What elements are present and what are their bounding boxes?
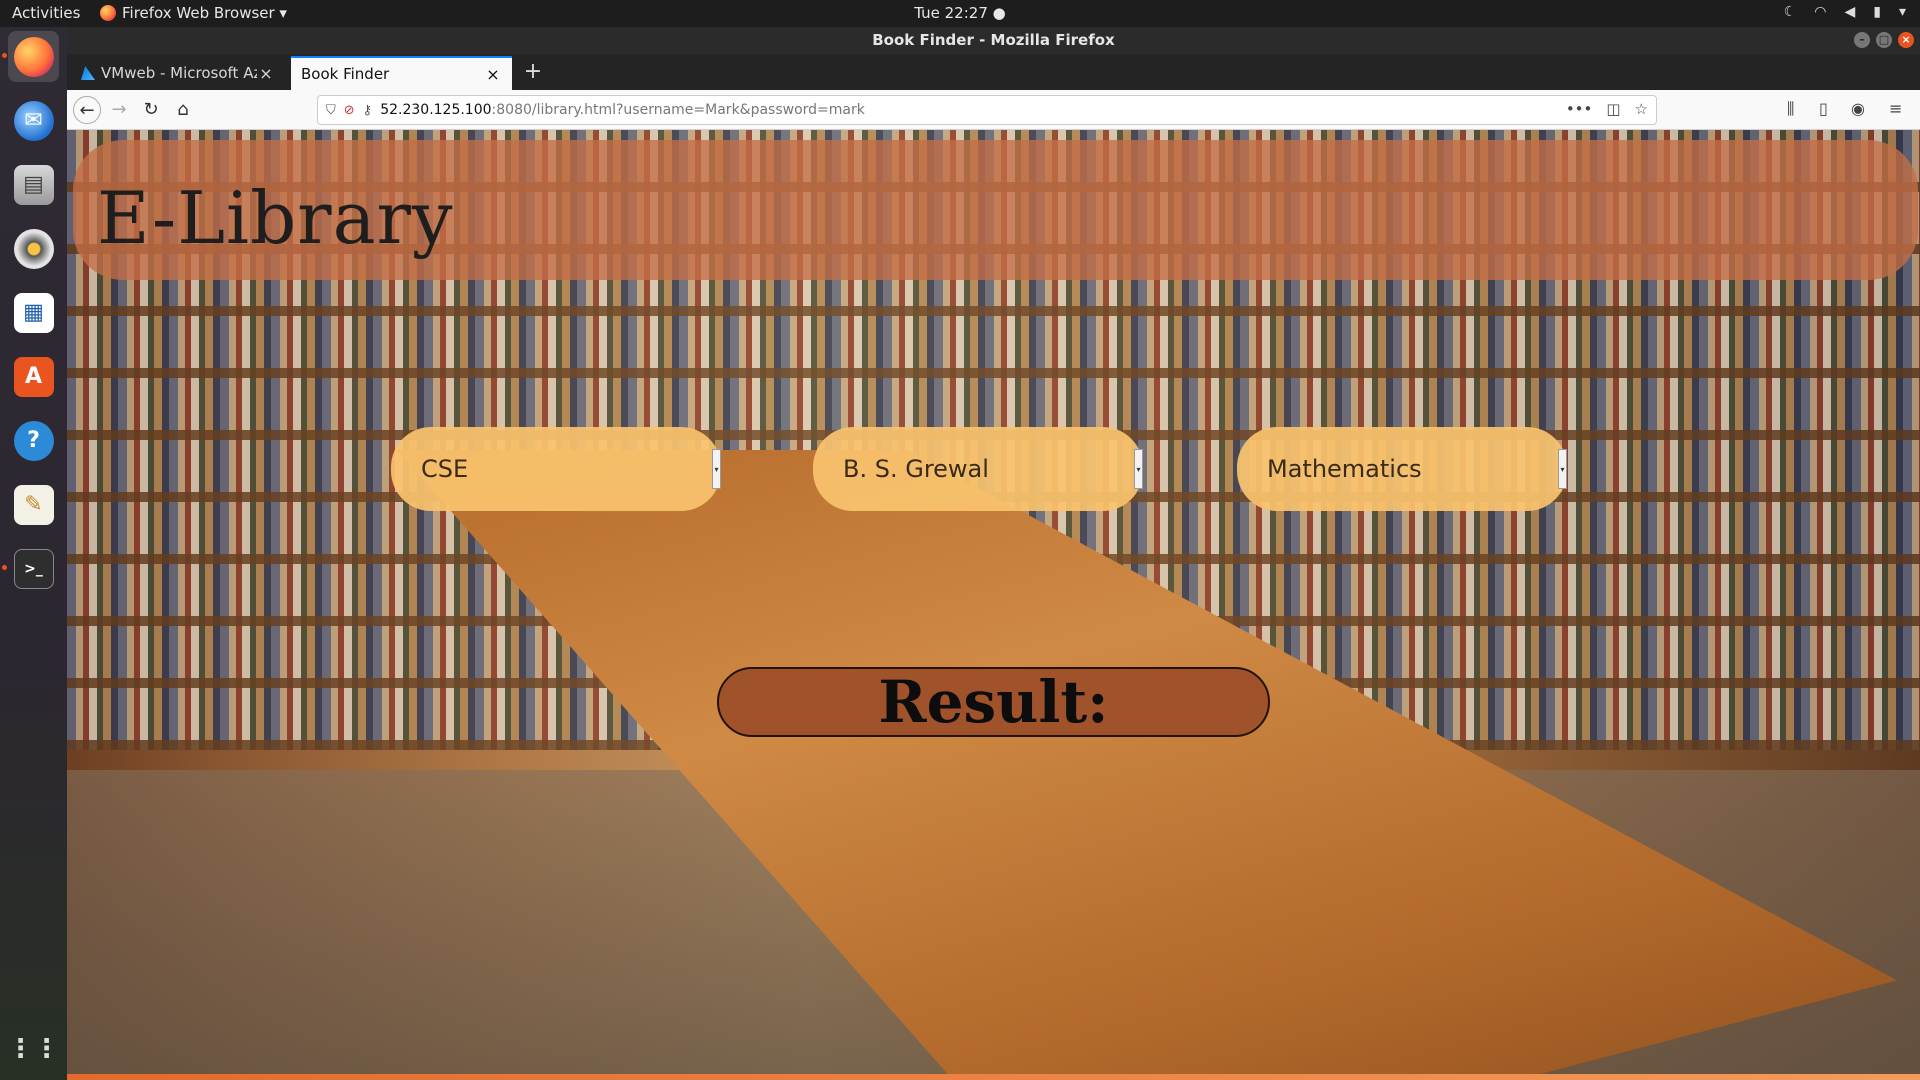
navigation-bar: ← → ↻ ⌂ ⛉ ⊘ ⚷ 52.230.125.100:8080/librar… (67, 90, 1920, 130)
firefox-icon (13, 36, 54, 77)
writer-icon: ▦ (13, 292, 54, 333)
author-select-value: B. S. Grewal (843, 455, 989, 483)
tab-label: Book Finder (301, 65, 390, 83)
shield-icon[interactable]: ⛉ (326, 103, 336, 118)
app-grid-icon: ⋮⋮ (7, 1033, 60, 1064)
menu-icon[interactable]: ≡ (1889, 99, 1902, 118)
close-window-icon[interactable]: × (1898, 32, 1914, 48)
rhythmbox-icon (13, 228, 54, 269)
volume-icon: ◀ (1844, 4, 1856, 20)
url-host: 52.230.125.100 (380, 102, 492, 118)
author-select[interactable]: B. S. Grewal ▾ (813, 427, 1143, 511)
maximize-icon[interactable]: □ (1876, 32, 1892, 48)
page-bottom-accent (67, 1074, 1920, 1080)
pocket-icon[interactable]: ◫ (1606, 100, 1620, 118)
library-icon[interactable]: ⫼ (1787, 99, 1794, 119)
reload-button[interactable]: ↻ (137, 96, 165, 124)
app-menu[interactable]: Firefox Web Browser ▾ (100, 4, 287, 22)
tab-label: VMweb - Microsoft Azure (101, 64, 257, 82)
bookmark-star-icon[interactable]: ☆ (1635, 100, 1648, 118)
app-menu-label: Firefox Web Browser ▾ (122, 4, 287, 22)
tab-bar: VMweb - Microsoft Azure × Book Finder × … (67, 54, 1920, 90)
text-editor-icon: ✎ (13, 484, 54, 525)
clock[interactable]: Tue 22:27 ● (914, 4, 1005, 22)
subject-select-value: Mathematics (1267, 455, 1422, 483)
forward-button[interactable]: → (105, 96, 133, 124)
wifi-icon: ◠ (1814, 4, 1827, 20)
battery-icon: ▮ (1873, 4, 1881, 20)
web-page: E-Library CSE ▾ B. S. Grewal ▾ Mathemati… (67, 130, 1920, 1080)
result-box: Result: (717, 667, 1270, 737)
account-icon[interactable]: ◉ (1851, 99, 1865, 118)
dock-text-editor[interactable]: ✎ (8, 479, 59, 530)
azure-icon (81, 66, 95, 80)
thunderbird-icon: ✉ (13, 100, 54, 141)
insecure-lock-icon[interactable]: ⊘ (344, 103, 355, 118)
home-button[interactable]: ⌂ (169, 96, 197, 124)
sidebar-icon[interactable]: ▯ (1819, 99, 1828, 118)
url-bar[interactable]: ⛉ ⊘ ⚷ 52.230.125.100:8080/library.html?u… (317, 95, 1657, 125)
dock-thunderbird[interactable]: ✉ (8, 95, 59, 146)
tab-close-icon[interactable]: × (257, 64, 275, 83)
system-tray[interactable]: ☾ ◠ ◀ ▮ ▾ (1784, 4, 1906, 20)
dock: ✉ ▤ ▦ A ? ✎ >_ ⋮⋮ (0, 27, 67, 1080)
dock-help[interactable]: ? (8, 415, 59, 466)
dropdown-arrow-icon[interactable]: ▾ (1134, 449, 1143, 489)
dock-software[interactable]: A (8, 351, 59, 402)
window-titlebar: Book Finder - Mozilla Firefox – □ × (67, 27, 1920, 54)
subject-select[interactable]: Mathematics ▾ (1237, 427, 1567, 511)
dock-files[interactable]: ▤ (8, 159, 59, 210)
branch-select[interactable]: CSE ▾ (391, 427, 721, 511)
firefox-icon (100, 5, 116, 21)
page-actions-icon[interactable]: ••• (1566, 100, 1593, 118)
power-menu-icon: ▾ (1898, 4, 1906, 20)
files-icon: ▤ (13, 164, 54, 205)
system-top-bar: Activities Firefox Web Browser ▾ Tue 22:… (0, 0, 1920, 27)
dock-terminal[interactable]: >_ (8, 543, 59, 594)
page-title: E-Library (97, 176, 454, 260)
dropdown-arrow-icon[interactable]: ▾ (712, 449, 721, 489)
activities-button[interactable]: Activities (12, 4, 80, 22)
window-title: Book Finder - Mozilla Firefox (872, 31, 1115, 49)
branch-select-value: CSE (421, 455, 469, 483)
dock-firefox[interactable] (8, 31, 59, 82)
show-applications-button[interactable]: ⋮⋮ (7, 1023, 60, 1074)
key-icon[interactable]: ⚷ (363, 103, 373, 118)
tab-vmweb[interactable]: VMweb - Microsoft Azure × (71, 56, 285, 90)
night-light-icon: ☾ (1783, 4, 1797, 20)
url-path: :8080/library.html?username=Mark&passwor… (491, 102, 865, 118)
dropdown-arrow-icon[interactable]: ▾ (1558, 449, 1567, 489)
site-header: E-Library (73, 140, 1918, 280)
back-button[interactable]: ← (73, 96, 101, 124)
dock-writer[interactable]: ▦ (8, 287, 59, 338)
terminal-icon: >_ (13, 548, 54, 589)
tab-book-finder[interactable]: Book Finder × (291, 56, 512, 90)
software-icon: A (13, 356, 54, 397)
minimize-icon[interactable]: – (1854, 32, 1870, 48)
dock-rhythmbox[interactable] (8, 223, 59, 274)
tab-close-icon[interactable]: × (484, 65, 502, 84)
firefox-window: Book Finder - Mozilla Firefox – □ × VMwe… (67, 27, 1920, 1080)
help-icon: ? (13, 420, 54, 461)
new-tab-button[interactable]: + (519, 58, 547, 86)
